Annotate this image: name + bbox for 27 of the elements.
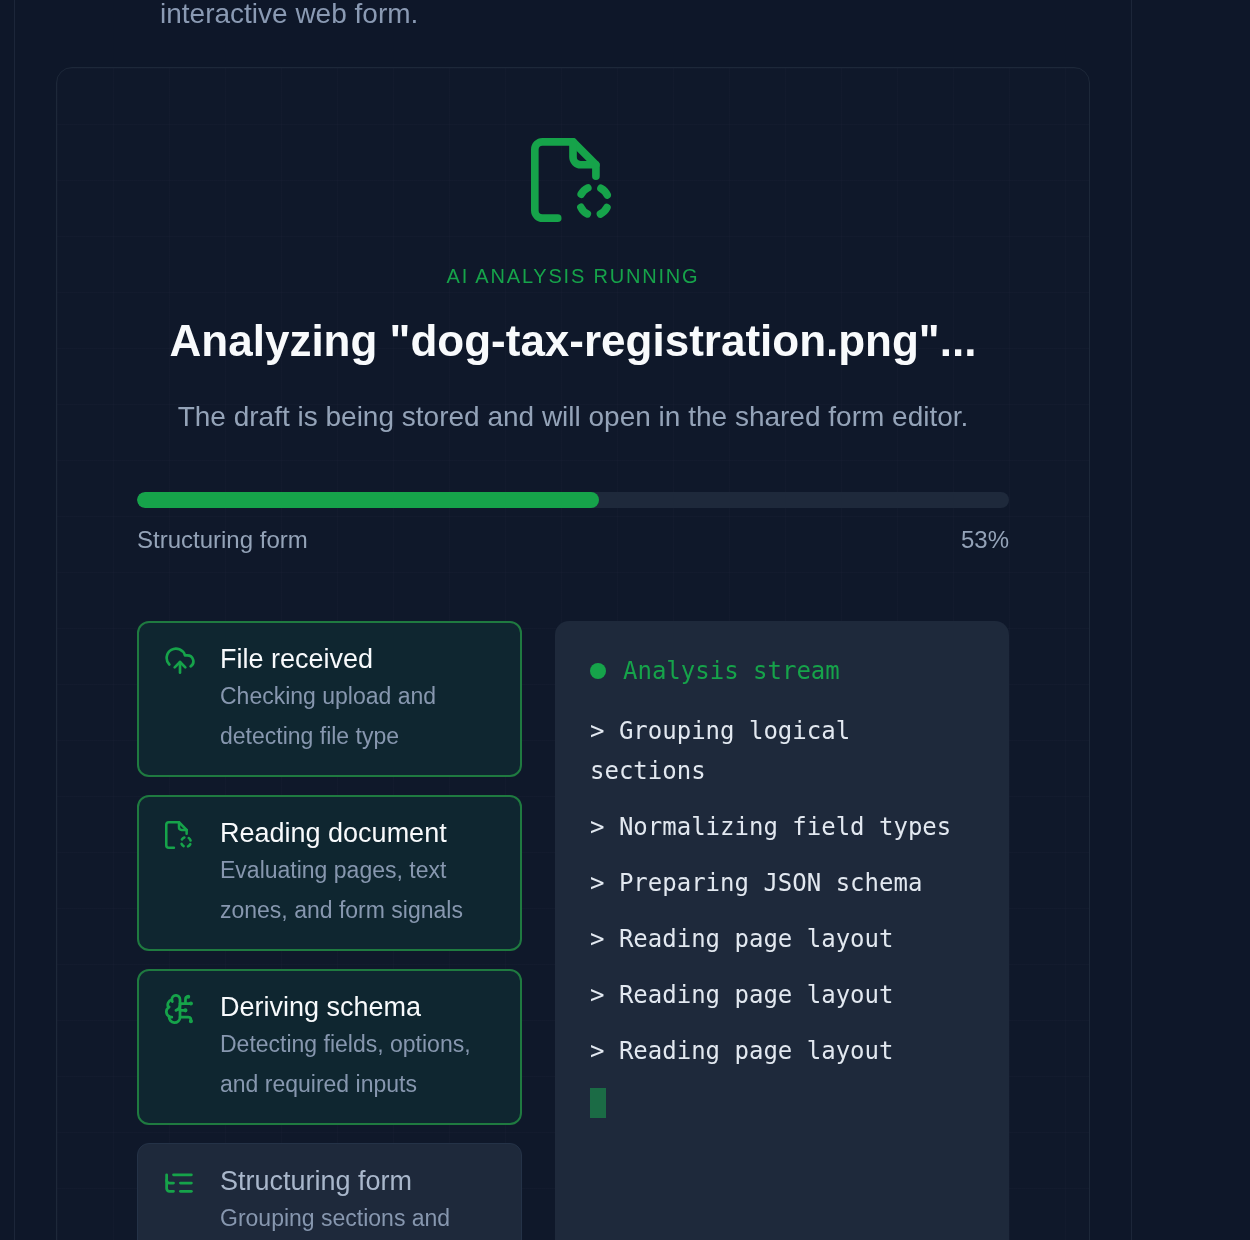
analysis-subtitle: The draft is being stored and will open in the shared form editor. xyxy=(177,400,969,434)
step-description: Checking upload and detecting file type xyxy=(220,682,438,751)
step-title: File received xyxy=(220,643,375,676)
step-title: Reading document xyxy=(220,817,448,850)
status-label: AI ANALYSIS RUNNING xyxy=(446,264,700,289)
text-cursor-icon xyxy=(590,1088,606,1118)
log-line: > Reading page layout xyxy=(590,980,895,1011)
step-title: Deriving schema xyxy=(220,991,423,1024)
log-line: > Grouping logical sections xyxy=(590,716,852,787)
step-description: Grouping sections and xyxy=(220,1204,452,1233)
cloud-upload-icon xyxy=(165,646,195,674)
log-line: > Preparing JSON schema xyxy=(590,868,924,899)
analysis-title: Analyzing "dog-tax-registration.png"... xyxy=(169,315,977,367)
brain-circuit-icon xyxy=(165,994,195,1024)
log-line: > Normalizing field types xyxy=(590,812,953,843)
progress-label: Structuring form xyxy=(137,525,308,555)
stream-title: Analysis stream xyxy=(623,656,840,687)
progress-percent: 53% xyxy=(960,525,1009,555)
intro-text: interactive web form. xyxy=(160,0,419,28)
step-title: Structuring form xyxy=(220,1165,414,1198)
step-description: Detecting fields, options, and required inputs xyxy=(220,1030,472,1099)
list-tree-icon xyxy=(165,1172,193,1194)
file-dashed-circle-icon xyxy=(165,820,193,850)
log-line: > Reading page layout xyxy=(590,924,895,955)
live-dot-icon xyxy=(590,663,606,679)
log-line: > Reading page layout xyxy=(590,1036,895,1067)
step-description: Evaluating pages, text zones, and form signals xyxy=(220,856,464,925)
